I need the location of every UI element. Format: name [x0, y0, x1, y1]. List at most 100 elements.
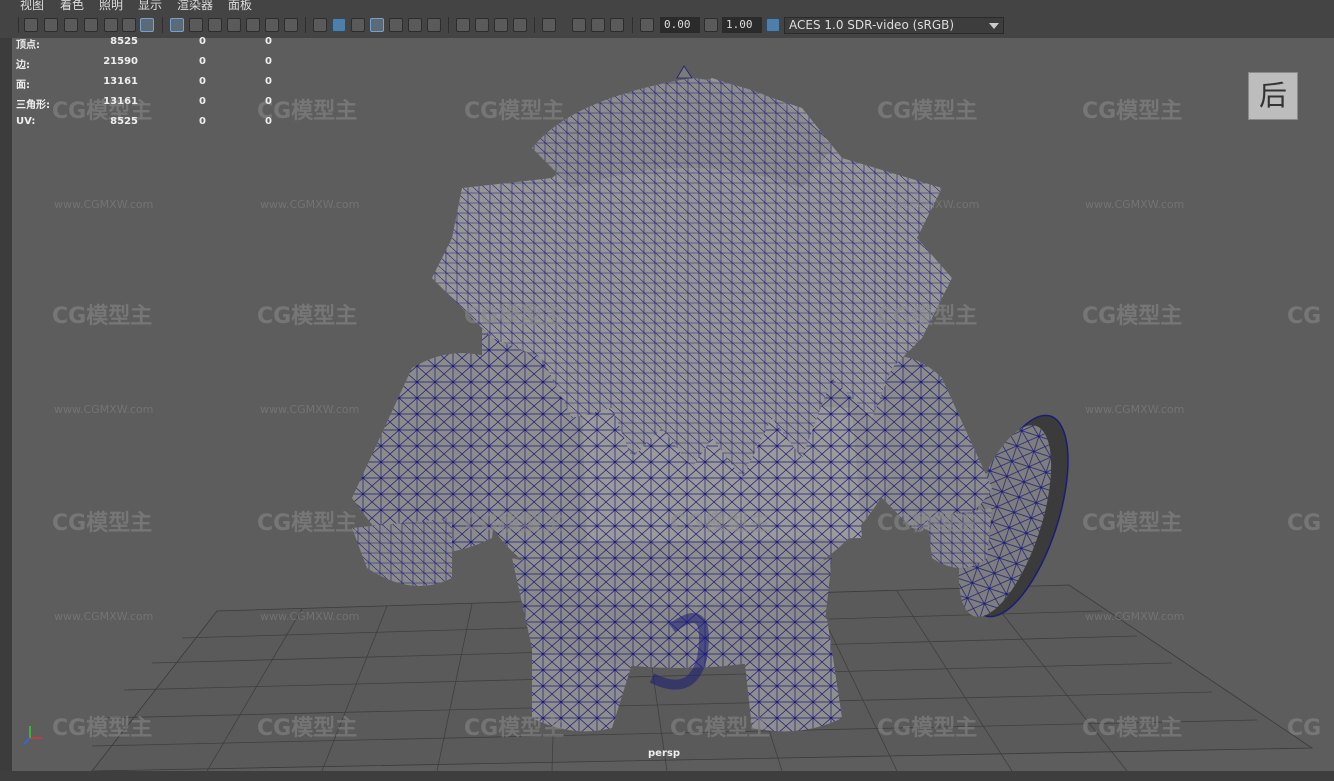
chevron-down-icon — [989, 23, 999, 29]
wireframe-icon[interactable] — [313, 18, 327, 32]
svg-text:www.CGMXW.com: www.CGMXW.com — [54, 198, 153, 211]
camera-select-icon[interactable] — [24, 18, 38, 32]
separator — [534, 17, 535, 33]
safe-title-icon[interactable] — [284, 18, 298, 32]
svg-text:CG模型主: CG模型主 — [464, 511, 564, 536]
svg-text:CG模型主: CG模型主 — [670, 716, 770, 741]
grid-toggle-icon[interactable] — [170, 18, 184, 32]
hud-value: 0 — [199, 96, 206, 107]
svg-text:CG模型主: CG模型主 — [464, 304, 564, 329]
svg-text:CG模型主: CG模型主 — [1082, 511, 1182, 536]
viewport-canvas: CG模型主 CG模型主 CG模型主 CG模型主 CG模型主 CG模型主 CG模型主 CG模型… — [23, 65, 1321, 771]
hud-value: 8525 — [110, 116, 138, 127]
hud-value: 21590 — [103, 56, 138, 67]
grease-pencil-icon[interactable] — [122, 18, 136, 32]
svg-text:www.CGMXW.com: www.CGMXW.com — [1085, 198, 1184, 211]
hud-value: 8525 — [110, 36, 138, 47]
screen-space-ao-icon[interactable] — [456, 18, 470, 32]
film-gate-icon[interactable] — [189, 18, 203, 32]
svg-text:www.CGMXW.com: www.CGMXW.com — [1085, 610, 1184, 623]
separator — [305, 17, 306, 33]
svg-text:www.CGMXW.com: www.CGMXW.com — [54, 403, 153, 416]
svg-text:CG模型主: CG模型主 — [257, 716, 357, 741]
menu-panels[interactable]: 面板 — [228, 0, 252, 11]
hud-value: 13161 — [103, 76, 138, 87]
svg-text:CG模型主: CG模型主 — [257, 511, 357, 536]
shadows-icon[interactable] — [427, 18, 441, 32]
menu-bar: 视图 着色 照明 显示 渲染器 面板 — [0, 0, 1334, 14]
separator — [448, 17, 449, 33]
svg-text:CG模型主: CG模型主 — [1082, 304, 1182, 329]
2d-pan-zoom-icon[interactable] — [104, 18, 118, 32]
smooth-shade-icon[interactable] — [332, 18, 346, 32]
svg-text:CG模型主: CG模型主 — [52, 304, 152, 329]
svg-text:CG模型主: CG模型主 — [877, 511, 977, 536]
hud-value: 0 — [199, 56, 206, 67]
axis-gizmo — [23, 726, 42, 745]
3d-viewport[interactable]: CG模型主 CG模型主 CG模型主 CG模型主 CG模型主 CG模型主 CG模型主 CG模型… — [12, 38, 1334, 771]
separator — [18, 17, 19, 33]
bookmark-icon[interactable] — [64, 18, 78, 32]
safe-action-icon[interactable] — [265, 18, 279, 32]
view-transform-label: ACES 1.0 SDR-video (sRGB) — [789, 18, 955, 32]
menu-show[interactable]: 显示 — [138, 0, 162, 11]
bottom-ruler — [0, 771, 1334, 781]
default-material-icon[interactable] — [351, 18, 365, 32]
svg-text:CG模型主: CG模型主 — [877, 304, 977, 329]
svg-text:CG模型主: CG模型主 — [464, 99, 564, 124]
left-edge-panel — [0, 38, 12, 781]
svg-text:CG模型主: CG模型主 — [52, 511, 152, 536]
hud-value: 0 — [199, 76, 206, 87]
motion-blur-icon[interactable] — [475, 18, 489, 32]
anti-aliasing-icon[interactable] — [494, 18, 508, 32]
hud-value: 0 — [265, 36, 272, 47]
svg-text:www.CGMXW.com: www.CGMXW.com — [260, 403, 359, 416]
xray-joints-icon[interactable] — [610, 18, 624, 32]
gamma-icon[interactable] — [704, 18, 718, 32]
separator — [632, 17, 633, 33]
textured-icon[interactable] — [389, 18, 403, 32]
pencil-icon[interactable] — [140, 18, 154, 32]
camera-label: persp — [648, 748, 680, 759]
menu-lighting[interactable]: 照明 — [99, 0, 123, 11]
isolate-select-icon[interactable] — [542, 18, 556, 32]
menu-shading[interactable]: 着色 — [60, 0, 84, 11]
hud-value: 0 — [265, 76, 272, 87]
svg-text:CG: CG — [1287, 716, 1321, 741]
xray-icon[interactable] — [572, 18, 586, 32]
hud-value: 0 — [199, 116, 206, 127]
svg-text:CG模型主: CG模型主 — [1082, 716, 1182, 741]
view-transform-dropdown[interactable]: ACES 1.0 SDR-video (sRGB) — [784, 17, 1004, 34]
svg-text:CG: CG — [1287, 511, 1321, 536]
use-all-lights-icon[interactable] — [408, 18, 422, 32]
menu-renderer[interactable]: 渲染器 — [177, 0, 213, 11]
svg-text:CG模型主: CG模型主 — [877, 99, 977, 124]
svg-text:CG模型主: CG模型主 — [52, 716, 152, 741]
resolution-gate-icon[interactable] — [208, 18, 222, 32]
wireframe-on-shaded-icon[interactable] — [370, 18, 384, 32]
xray-active-components-icon[interactable] — [591, 18, 605, 32]
svg-text:CG: CG — [1287, 304, 1321, 329]
menu-view[interactable]: 视图 — [20, 0, 44, 11]
hud-value: 0 — [199, 36, 206, 47]
svg-text:CG模型主: CG模型主 — [257, 304, 357, 329]
svg-text:www.CGMXW.com: www.CGMXW.com — [1085, 403, 1184, 416]
view-cube-back[interactable]: 后 — [1248, 72, 1298, 120]
svg-text:CG模型主: CG模型主 — [257, 99, 357, 124]
camera-attributes-icon[interactable] — [44, 18, 58, 32]
color-management-icon[interactable] — [766, 18, 780, 32]
svg-text:www.CGMXW.com: www.CGMXW.com — [260, 198, 359, 211]
hud-value: 13161 — [103, 96, 138, 107]
svg-text:CG模型主: CG模型主 — [670, 511, 770, 536]
exposure-icon[interactable] — [640, 18, 654, 32]
depth-of-field-icon[interactable] — [513, 18, 527, 32]
gate-mask-icon[interactable] — [227, 18, 241, 32]
gamma-field[interactable]: 1.00 — [722, 17, 762, 33]
image-plane-icon[interactable] — [84, 18, 98, 32]
svg-text:CG模型主: CG模型主 — [1082, 99, 1182, 124]
field-chart-icon[interactable] — [246, 18, 260, 32]
svg-text:www.CGMXW.com: www.CGMXW.com — [260, 610, 359, 623]
exposure-field[interactable]: 0.00 — [660, 17, 700, 33]
hud-value: 0 — [265, 116, 272, 127]
hud-value: 0 — [265, 56, 272, 67]
